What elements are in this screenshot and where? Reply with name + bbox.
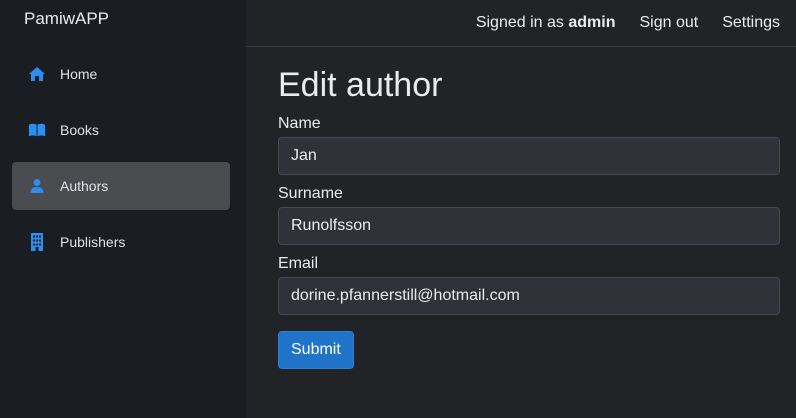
email-field-group: Email — [278, 255, 780, 315]
edit-author-form: Edit author Name Surname Email Submit — [246, 47, 796, 369]
building-icon — [28, 233, 46, 251]
signed-in-status: Signed in as admin — [476, 14, 616, 32]
signed-in-prefix: Signed in as — [475, 14, 569, 31]
top-bar: Signed in as admin Sign out Settings — [246, 0, 796, 47]
signed-in-user: admin — [568, 14, 616, 31]
name-input[interactable] — [278, 137, 780, 175]
sidebar-nav: Home Books Authors Publishers — [0, 37, 246, 266]
surname-label: Surname — [278, 185, 343, 202]
sidebar: PamiwAPP Home Books Authors Publishers — [0, 0, 246, 418]
surname-input[interactable] — [278, 207, 780, 245]
page-title: Edit author — [278, 66, 443, 104]
settings-link[interactable]: Settings — [722, 14, 780, 32]
book-icon — [28, 121, 46, 139]
sidebar-item-label: Publishers — [60, 234, 126, 250]
home-icon — [28, 65, 46, 83]
sidebar-item-label: Authors — [60, 178, 109, 194]
person-icon — [28, 177, 46, 195]
sidebar-item-books[interactable]: Books — [12, 106, 230, 154]
name-field-group: Name — [278, 115, 780, 175]
sign-out-link[interactable]: Sign out — [639, 14, 698, 32]
submit-button[interactable]: Submit — [278, 331, 354, 369]
email-label: Email — [278, 255, 319, 272]
brand-title[interactable]: PamiwAPP — [0, 0, 246, 37]
app-root: PamiwAPP Home Books Authors Publishers S… — [0, 0, 796, 418]
email-input[interactable] — [278, 277, 780, 315]
main-area: Signed in as admin Sign out Settings Edi… — [246, 0, 796, 418]
sidebar-item-authors[interactable]: Authors — [12, 162, 230, 210]
surname-field-group: Surname — [278, 185, 780, 245]
sidebar-item-home[interactable]: Home — [12, 50, 230, 98]
name-label: Name — [278, 115, 321, 132]
sidebar-item-label: Books — [60, 122, 99, 138]
sidebar-item-label: Home — [60, 66, 98, 82]
sidebar-item-publishers[interactable]: Publishers — [12, 218, 230, 266]
